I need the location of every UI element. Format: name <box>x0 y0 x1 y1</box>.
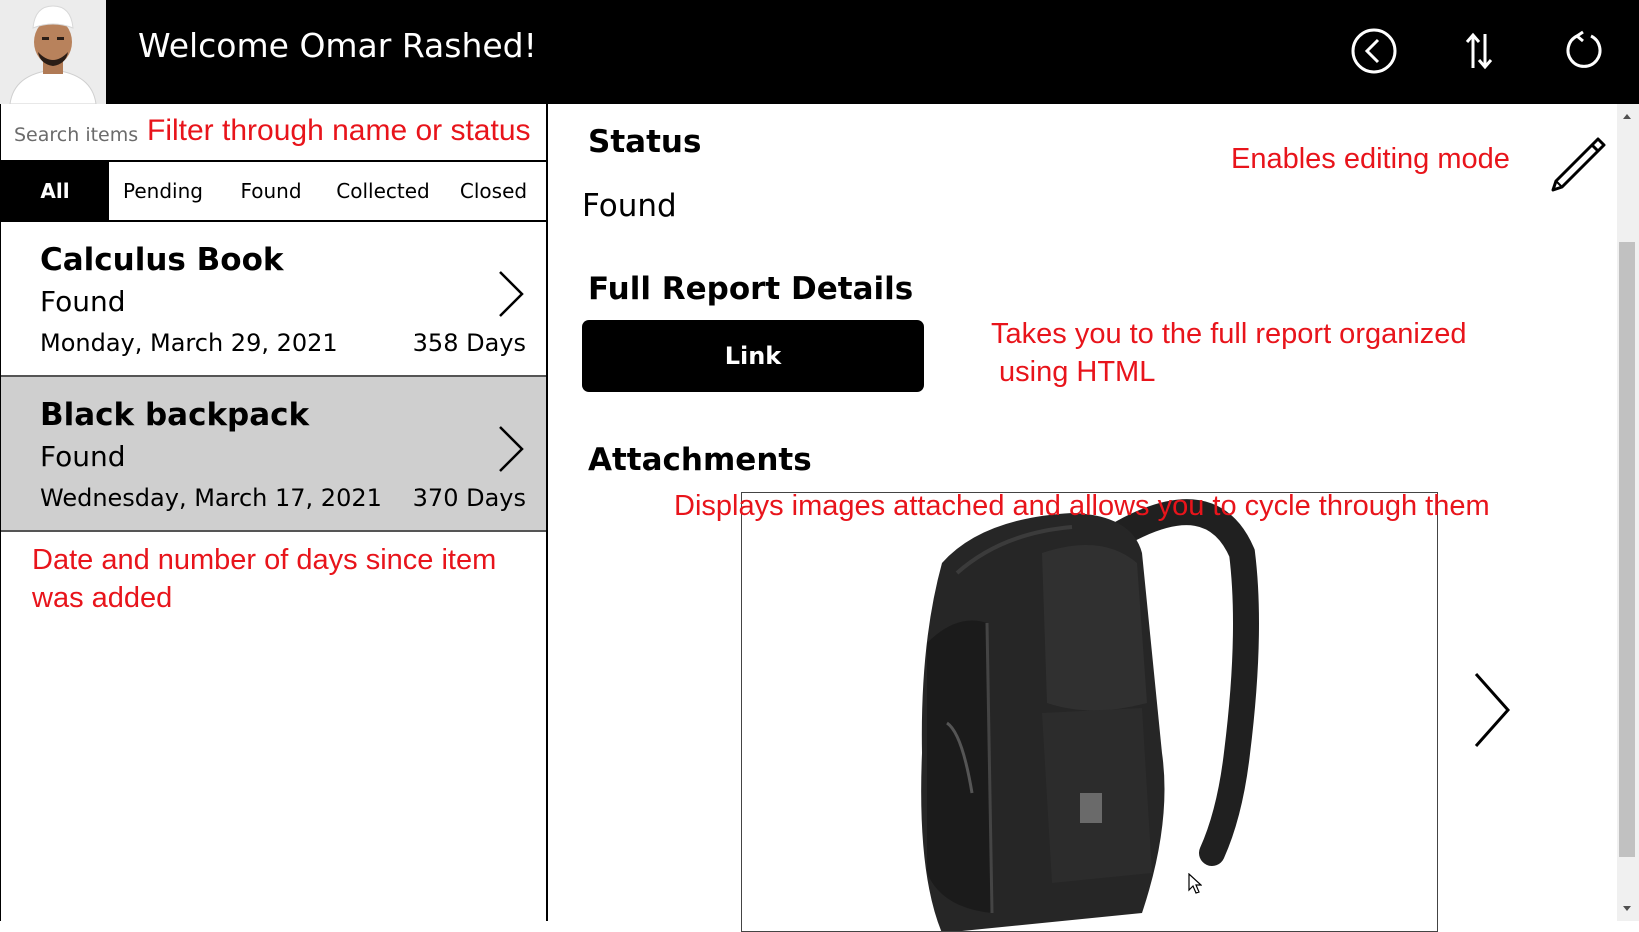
chevron-right-icon[interactable] <box>494 423 528 475</box>
item-status: Found <box>40 285 126 318</box>
attachment-image <box>741 492 1438 932</box>
status-value: Found <box>582 188 677 224</box>
status-filter-tabs: All Pending Found Collected Closed <box>1 162 546 222</box>
report-annotation-line2: using HTML <box>999 356 1156 388</box>
item-status: Found <box>40 440 126 473</box>
welcome-title: Welcome Omar Rashed! <box>138 26 537 65</box>
tab-found[interactable]: Found <box>217 162 325 220</box>
item-date: Monday, March 29, 2021 <box>40 329 338 357</box>
report-link-button[interactable]: Link <box>582 320 924 392</box>
back-circle-icon[interactable] <box>1349 26 1399 76</box>
report-heading: Full Report Details <box>588 271 914 307</box>
tab-all[interactable]: All <box>1 162 109 220</box>
item-name: Black backpack <box>40 397 310 433</box>
item-days: 358 Days <box>412 329 526 357</box>
sort-icon[interactable] <box>1454 26 1504 76</box>
refresh-icon[interactable] <box>1559 26 1609 76</box>
tab-pending[interactable]: Pending <box>109 162 217 220</box>
search-input[interactable] <box>14 120 144 150</box>
avatar <box>0 0 106 104</box>
scrollbar-thumb[interactable] <box>1619 242 1635 857</box>
pencil-icon[interactable] <box>1548 134 1608 194</box>
list-item[interactable]: Black backpack Found Wednesday, March 17… <box>1 377 546 532</box>
mouse-cursor-icon <box>1188 872 1203 895</box>
search-annotation: Filter through name or status <box>147 114 531 147</box>
status-heading: Status <box>588 124 702 160</box>
list-item[interactable]: Calculus Book Found Monday, March 29, 20… <box>1 222 546 377</box>
item-days: 370 Days <box>412 484 526 512</box>
chevron-right-icon[interactable] <box>494 268 528 320</box>
edit-annotation: Enables editing mode <box>1231 143 1510 175</box>
date-annotation-line2: was added <box>32 582 173 614</box>
scroll-up-arrow-icon[interactable] <box>1620 108 1634 122</box>
item-date: Wednesday, March 17, 2021 <box>40 484 382 512</box>
attachments-heading: Attachments <box>588 442 812 478</box>
tab-closed[interactable]: Closed <box>441 162 546 220</box>
date-annotation-line1: Date and number of days since item <box>32 544 497 576</box>
scroll-down-arrow-icon[interactable] <box>1620 901 1634 915</box>
attachments-annotation: Displays images attached and allows you … <box>674 490 1490 522</box>
tab-collected[interactable]: Collected <box>325 162 441 220</box>
report-annotation-line1: Takes you to the full report organized <box>991 318 1467 350</box>
next-image-chevron-icon[interactable] <box>1470 670 1514 750</box>
item-name: Calculus Book <box>40 242 284 278</box>
